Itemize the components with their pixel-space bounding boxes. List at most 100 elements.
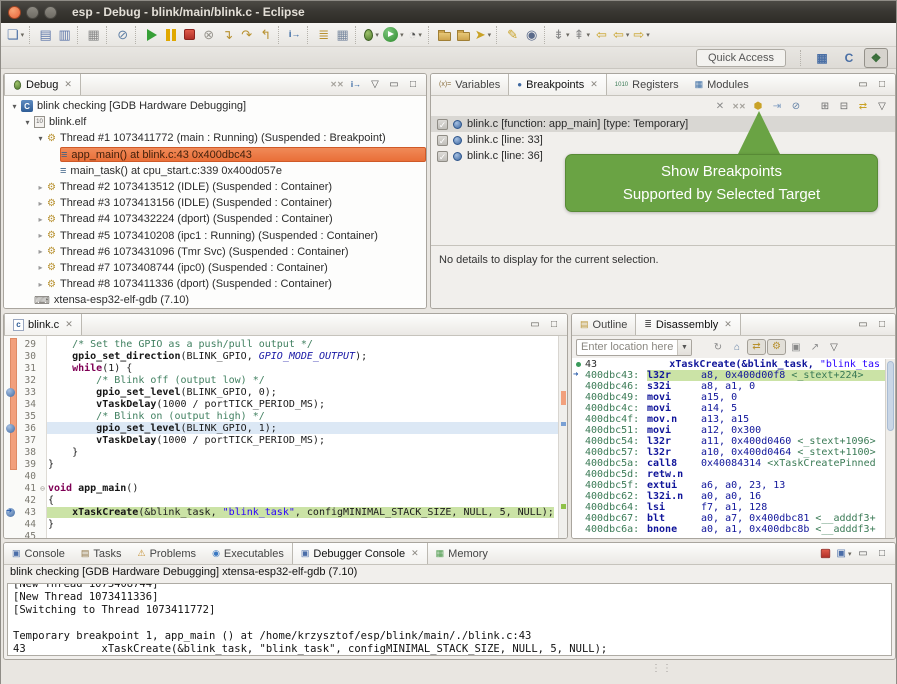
new-wizard-button[interactable]: ❏▾ (5, 25, 26, 45)
disassembly-row[interactable]: 400dbc4c:movia14, 5 (572, 403, 895, 414)
tab-console[interactable]: ▣Console (4, 543, 73, 564)
disassembly-row[interactable]: 400dbc4f:mov.na13, a15 (572, 414, 895, 425)
view-menu-button[interactable]: ▽ (825, 339, 843, 355)
drag-handle[interactable]: ⋮⋮ (651, 663, 673, 674)
view-menu-button[interactable]: ▽ (366, 77, 384, 93)
editor-line[interactable]: 37 vTaskDelay(1000 / portTICK_PERIOD_MS)… (4, 434, 567, 446)
editor-line[interactable]: 38 } (4, 446, 567, 458)
editor-line[interactable]: 34 vTaskDelay(1000 / portTICK_PERIOD_MS)… (4, 398, 567, 410)
instruction-stepping-button[interactable]: i→ (285, 25, 304, 45)
tab-executables[interactable]: ◉Executables (204, 543, 292, 564)
show-debug-sources-button[interactable]: ≣ (314, 25, 333, 45)
maximize-view-button[interactable]: □ (873, 317, 891, 333)
code-editor[interactable]: 29 /* Set the GPIO as a push/pull output… (4, 336, 567, 539)
profile-button[interactable]: ◔▾ (406, 25, 425, 45)
maximize-button[interactable] (44, 6, 57, 19)
editor-line[interactable]: 42{ (4, 494, 567, 506)
collapse-all-button[interactable]: ⊟ (835, 98, 853, 114)
quick-launch-button[interactable]: ➤▾ (473, 25, 493, 45)
step-into-button[interactable]: ↴ (218, 25, 237, 45)
breakpoint-checkbox[interactable]: ✓ (437, 151, 448, 162)
tree-expander-icon[interactable]: ▸ (34, 215, 47, 224)
debug-tree-row[interactable]: ▾10blink.elf (4, 114, 426, 130)
tab-memory[interactable]: ▦Memory (428, 543, 496, 564)
overview-ruler[interactable] (558, 336, 567, 539)
editor-line[interactable]: 45 (4, 530, 567, 539)
tree-expander-icon[interactable]: ▸ (34, 263, 47, 272)
tab-debug[interactable]: Debug ✕ (4, 74, 81, 95)
disassembly-row[interactable]: 400dbc5f:extuia6, a0, 23, 13 (572, 480, 895, 491)
tab-breakpoints[interactable]: ● Breakpoints ✕ (508, 74, 606, 95)
home-button[interactable]: ⌂ (728, 339, 746, 355)
disassembly-row[interactable]: 400dbc46:s32ia8, a1, 0 (572, 381, 895, 392)
back-button[interactable]: ⇦▾ (611, 25, 631, 45)
breakpoint-icon[interactable] (6, 424, 15, 433)
save-button[interactable]: ▤ (36, 25, 55, 45)
step-return-button[interactable]: ↰ (256, 25, 275, 45)
disassembly-row[interactable]: 400dbc67:blta0, a7, 0x400dbc81 <__adddf3… (572, 513, 895, 524)
minimize-view-button[interactable]: ▭ (854, 317, 872, 333)
editor-line[interactable]: 40 (4, 470, 567, 482)
tree-expander-icon[interactable]: ▾ (34, 134, 47, 143)
disassembly-row[interactable]: 400dbc5a:call80x40084314 <xTaskCreatePin… (572, 458, 895, 469)
debug-perspective-button[interactable]: ❖ (864, 48, 888, 68)
terminate-button[interactable] (180, 25, 199, 45)
suspend-button[interactable] (161, 25, 180, 45)
tree-expander-icon[interactable]: ▸ (34, 280, 47, 289)
terminate-console-button[interactable] (816, 546, 834, 562)
instruction-stepping-toggle-button[interactable]: i→ (347, 77, 365, 93)
debug-tree-row[interactable]: ⌨xtensa-esp32-elf-gdb (7.10) (4, 292, 426, 308)
disassembly-row[interactable]: 400dbc51:movia12, 0x300 (572, 425, 895, 436)
current-line-marker[interactable] (561, 504, 566, 509)
tab-problems[interactable]: ⚠Problems (130, 543, 205, 564)
tree-expander-icon[interactable]: ▾ (8, 102, 21, 111)
range-marker[interactable] (561, 391, 566, 405)
editor-line[interactable]: ➜43 xTaskCreate(&blink_task, "blink_task… (4, 506, 567, 518)
previous-annotation-button[interactable]: ⇞▾ (572, 25, 592, 45)
open-perspective-button[interactable]: ▦ (810, 48, 834, 68)
tree-expander-icon[interactable]: ▸ (34, 183, 47, 192)
cpp-perspective-button[interactable]: C (837, 48, 861, 68)
close-icon[interactable]: ✕ (411, 548, 419, 559)
disassembly-row[interactable]: 400dbc62:l32i.na0, a0, 16 (572, 491, 895, 502)
console-output-box[interactable]: [New Thread 1073408744][New Thread 10734… (7, 583, 892, 656)
quick-access-box[interactable]: Quick Access (696, 49, 786, 67)
close-icon[interactable]: ✕ (64, 79, 72, 90)
debug-tree-row[interactable]: ≡app_main() at blink.c:43 0x400dbc43 (4, 147, 426, 163)
disassembly-row[interactable]: 400dbc6a:bnonea0, a1, 0x400dbc8b <__addd… (572, 524, 895, 535)
close-icon[interactable]: ✕ (65, 319, 73, 330)
tab-tasks[interactable]: ▤Tasks (73, 543, 130, 564)
breakpoint-marker[interactable] (561, 422, 566, 426)
refresh-button[interactable]: ↻ (709, 339, 727, 355)
close-icon[interactable]: ✕ (590, 79, 598, 90)
step-over-button[interactable]: ↷ (237, 25, 256, 45)
open-resource-button[interactable] (454, 25, 473, 45)
save-all-button[interactable]: ▥ (55, 25, 74, 45)
display-selected-console-button[interactable]: ▣▾ (835, 546, 853, 562)
minimize-view-button[interactable]: ▭ (526, 317, 544, 333)
breakpoint-icon[interactable] (6, 388, 15, 397)
tab-variables[interactable]: (x)= Variables (431, 74, 508, 95)
resume-button[interactable] (142, 25, 161, 45)
editor-line[interactable]: 30 gpio_set_direction(BLINK_GPIO, GPIO_M… (4, 350, 567, 362)
copy-button[interactable]: ▣ (787, 339, 805, 355)
tab-disassembly[interactable]: ≣ Disassembly ✕ (635, 314, 740, 335)
location-combo[interactable]: Enter location here ▼ (576, 339, 692, 356)
disassembly-row[interactable]: 400dbc54:l32ra11, 0x400d0460 <_stext+109… (572, 436, 895, 447)
debug-tree-row[interactable]: ▾Cblink checking [GDB Hardware Debugging… (4, 98, 426, 114)
disassembly-row[interactable]: 400dbc64:lsif7, a1, 128 (572, 502, 895, 513)
tab-modules[interactable]: ▦ Modules (687, 74, 757, 95)
disassembly-listing[interactable]: 43 xTaskCreate(&blink_task, "blink_tas➜4… (572, 358, 895, 538)
editor-line[interactable]: 33 gpio_set_level(BLINK_GPIO, 0); (4, 386, 567, 398)
editor-line[interactable]: 36 gpio_set_level(BLINK_GPIO, 1); (4, 422, 567, 434)
skip-all-breakpoints-button[interactable]: ⊘ (113, 25, 132, 45)
export-button[interactable]: ↗ (806, 339, 824, 355)
editor-line[interactable]: 31 while(1) { (4, 362, 567, 374)
tab-blink-c[interactable]: c blink.c ✕ (4, 314, 82, 335)
disassembly-row[interactable]: ➜400dbc43:l32ra8, 0x400d00f8 <_stext+224… (572, 370, 895, 381)
tree-expander-icon[interactable]: ▸ (34, 247, 47, 256)
expand-all-button[interactable]: ⊞ (816, 98, 834, 114)
open-type-button[interactable] (435, 25, 454, 45)
maximize-button[interactable]: □ (404, 77, 422, 93)
breakpoint-checkbox[interactable]: ✓ (437, 135, 448, 146)
